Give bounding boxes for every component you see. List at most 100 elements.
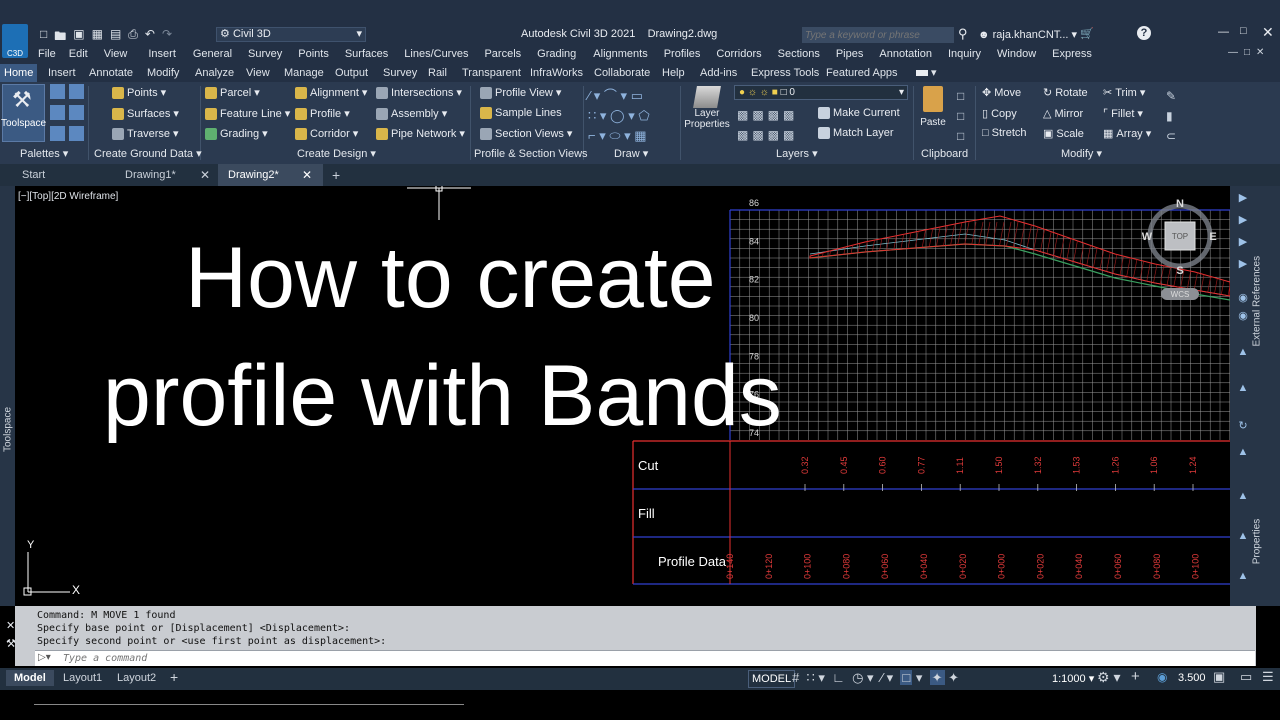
settings-icon[interactable] [69, 84, 84, 99]
properties-icon[interactable] [50, 126, 65, 141]
print-icon[interactable]: ⎙ [128, 27, 138, 48]
copy-button[interactable]: ▯ Copy [982, 107, 1017, 121]
menu-item-express[interactable]: Express [1052, 48, 1092, 60]
match-layer-button[interactable]: Match Layer [818, 127, 894, 139]
add-icon[interactable]: + [1131, 668, 1140, 685]
ribbon-tab-insert[interactable]: Insert [48, 64, 76, 82]
xref-tool-icon-2[interactable]: ▶ [1236, 214, 1250, 226]
compass-east[interactable]: E [1209, 231, 1216, 243]
layer-dropdown[interactable]: ● ☼ ☼ ■ □ 0 ▾ [734, 85, 908, 100]
move-button[interactable]: ✥ Move [982, 86, 1021, 100]
lineweight-value[interactable]: 3.500 [1178, 672, 1206, 684]
prop-tool-icon-1[interactable]: ▲ [1236, 346, 1250, 358]
save-icon[interactable]: ▣ [73, 27, 84, 48]
user-account[interactable]: ☻ raja.khanCNT... ▾ [978, 28, 1077, 41]
toolbox-icon[interactable] [69, 105, 84, 120]
panel-label-clipboard[interactable]: Clipboard [921, 146, 968, 162]
prop-tool-icon-2[interactable]: ▲ [1236, 382, 1250, 394]
xref-tool-icon-4[interactable]: ▶ [1236, 258, 1250, 270]
survey-icon[interactable] [50, 105, 65, 120]
compass-west[interactable]: W [1142, 231, 1153, 243]
grading-menu[interactable]: Grading ▾ [205, 127, 268, 140]
saveas-icon[interactable]: ▦ [92, 27, 103, 48]
close-icon[interactable]: ✕ [302, 164, 312, 186]
new-icon[interactable]: □ [40, 27, 47, 48]
layout-tab-layout1[interactable]: Layout1 [63, 672, 102, 684]
layer-icon[interactable] [69, 126, 84, 141]
ribbon-minimize-icon[interactable]: ▾ [916, 64, 937, 82]
workspace-select[interactable]: ⚙ Civil 3D ▾ [216, 27, 366, 42]
command-input[interactable] [63, 652, 763, 665]
hatch-icon[interactable]: ▦ [634, 128, 646, 143]
menu-item-file[interactable]: File [38, 48, 56, 60]
menu-item-annotation[interactable]: Annotation [879, 48, 932, 60]
make-current-button[interactable]: Make Current [818, 107, 900, 119]
arc-icon[interactable]: ⌒ [604, 88, 617, 103]
ortho-icon[interactable]: ∟ [832, 670, 845, 685]
circle-icon[interactable]: ◯ [610, 108, 625, 123]
fillet-button[interactable]: ⌜ Fillet ▾ [1103, 107, 1143, 121]
menu-item-points[interactable]: Points [298, 48, 329, 60]
ribbon-tab-rail[interactable]: Rail [428, 64, 447, 82]
polar-icon[interactable]: ◷ [852, 670, 863, 685]
model-space-toggle[interactable]: MODEL [748, 670, 796, 688]
panel-label-palettes[interactable]: Palettes ▾ [20, 146, 68, 162]
menu-item-surfaces[interactable]: Surfaces [345, 48, 388, 60]
line-icon[interactable]: ∕ [588, 88, 590, 103]
ribbon-tab-transparent[interactable]: Transparent [462, 64, 521, 82]
prop-tool-icon-7[interactable]: ▲ [1236, 570, 1250, 582]
ribbon-tab-infraworks[interactable]: InfraWorks [530, 64, 583, 82]
snap-icon[interactable]: ∷ [806, 670, 814, 685]
prop-tool-icon-3[interactable]: ↻ [1236, 420, 1250, 432]
command-prompt-icon[interactable]: ▷▾ [38, 652, 51, 663]
point-icon[interactable]: ∷ [588, 108, 596, 123]
ribbon-tab-collaborate[interactable]: Collaborate [594, 64, 650, 82]
compass-south[interactable]: S [1176, 265, 1183, 277]
polygon-icon[interactable]: ⬠ [638, 108, 649, 123]
isodraft-icon[interactable]: ∕ [881, 670, 883, 685]
menu-item-survey[interactable]: Survey [248, 48, 282, 60]
help-icon[interactable]: ? [1137, 26, 1151, 40]
feature-line-menu[interactable]: Feature Line ▾ [205, 107, 290, 120]
ribbon-tab-annotate[interactable]: Annotate [89, 64, 133, 82]
ribbon-tab-express-tools[interactable]: Express Tools [751, 64, 819, 82]
alignment-menu[interactable]: Alignment ▾ [295, 86, 367, 99]
close-button[interactable]: ✕ [1262, 24, 1274, 41]
ribbon-tab-home[interactable]: Home [0, 64, 38, 82]
array-button[interactable]: ▦ Array ▾ [1103, 127, 1151, 141]
properties-tab[interactable]: Properties [1252, 512, 1263, 572]
menu-item-lines-curves[interactable]: Lines/Curves [404, 48, 468, 60]
menu-item-window[interactable]: Window [997, 48, 1036, 60]
external-references-tab[interactable]: External References [1252, 256, 1263, 347]
menu-item-insert[interactable]: Insert [148, 48, 176, 60]
menu-item-view[interactable]: View [104, 48, 128, 60]
fullscreen-icon[interactable]: ▭ [1240, 669, 1252, 685]
settings-icon[interactable]: ⚙ ▾ [1097, 669, 1120, 686]
parcel-menu[interactable]: Parcel ▾ [205, 86, 260, 99]
panel-label-create-ground-data[interactable]: Create Ground Data ▾ [94, 146, 202, 162]
menu-item-grading[interactable]: Grading [537, 48, 576, 60]
close-icon[interactable]: ✕ [200, 164, 210, 186]
ribbon-tab-output[interactable]: Output [335, 64, 368, 82]
cart-icon[interactable]: 🛒 [1080, 27, 1094, 40]
ribbon-tab-view[interactable]: View [246, 64, 270, 82]
prop-tool-icon-5[interactable]: ▲ [1236, 490, 1250, 502]
trim-button[interactable]: ✂ Trim ▾ [1103, 86, 1145, 100]
close-icon[interactable]: ✕ [6, 619, 15, 632]
pipe-network-menu[interactable]: Pipe Network ▾ [376, 127, 465, 140]
add-layout-button[interactable]: + [170, 669, 178, 685]
sample-lines-button[interactable]: Sample Lines [480, 107, 562, 119]
corridor-menu[interactable]: Corridor ▾ [295, 127, 358, 140]
ribbon-tab-analyze[interactable]: Analyze [195, 64, 234, 82]
scale-button[interactable]: ▣ Scale [1043, 127, 1084, 141]
prop-tool-icon-4[interactable]: ▲ [1236, 446, 1250, 458]
menu-item-edit[interactable]: Edit [69, 48, 88, 60]
xref-tool-icon-1[interactable]: ▶ [1236, 192, 1250, 204]
xref-tool-icon-3[interactable]: ▶ [1236, 236, 1250, 248]
ribbon-tab-modify[interactable]: Modify [147, 64, 179, 82]
rectangle-icon[interactable]: ▭ [631, 88, 643, 103]
layout-tab-layout2[interactable]: Layout2 [117, 672, 156, 684]
annotation-icon[interactable]: ✦ [929, 670, 945, 685]
isolate-icon[interactable]: ▣ [1213, 669, 1225, 685]
compass-north[interactable]: N [1176, 198, 1184, 210]
